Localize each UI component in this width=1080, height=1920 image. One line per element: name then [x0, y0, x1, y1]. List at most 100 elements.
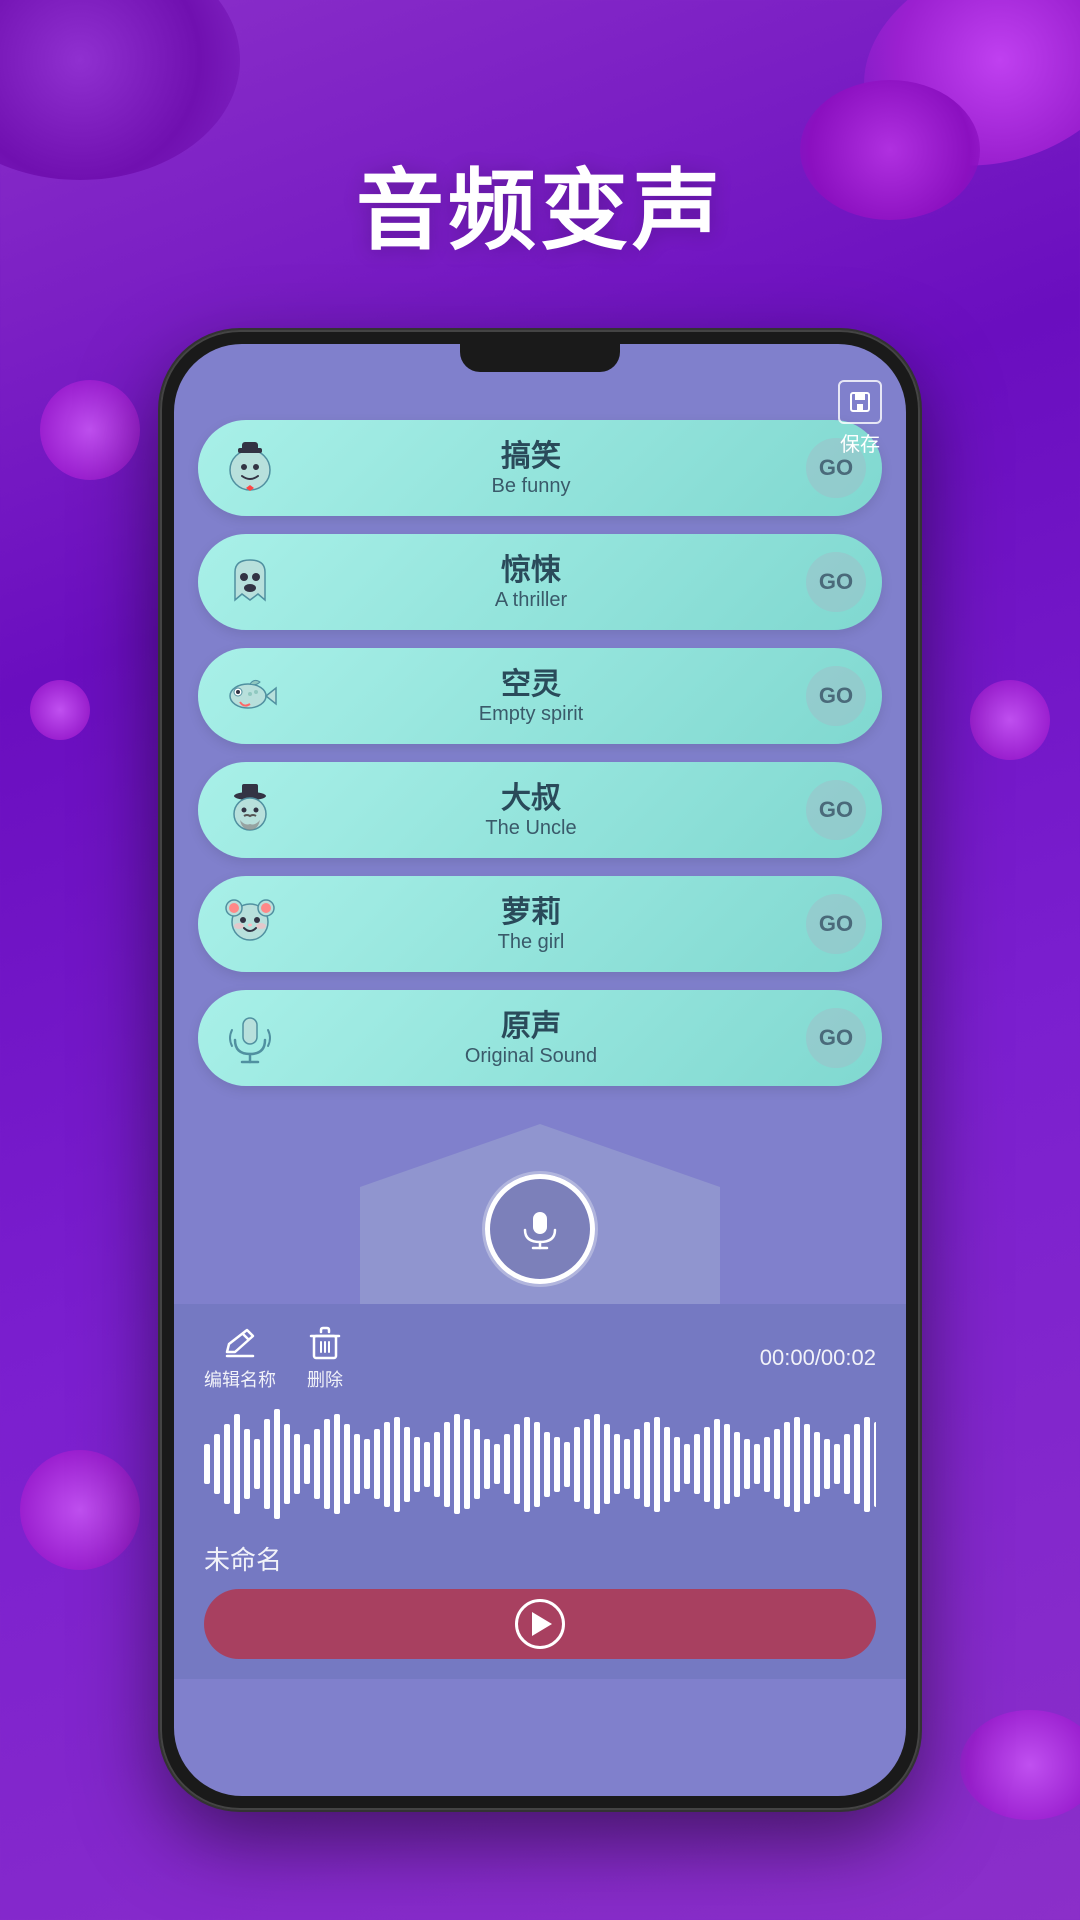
phone-mockup: 保存: [160, 330, 920, 1810]
wave-bar: [304, 1444, 310, 1484]
go-button-girl[interactable]: GO: [806, 894, 866, 954]
wave-bar: [484, 1439, 490, 1489]
wave-bar: [644, 1422, 650, 1507]
bg-decoration-3: [40, 380, 140, 480]
effect-text-uncle: 大叔 The Uncle: [256, 781, 806, 840]
wave-bar: [364, 1439, 370, 1489]
wave-bar: [874, 1422, 876, 1507]
save-label: 保存: [840, 428, 880, 457]
wave-bar: [604, 1424, 610, 1504]
wave-bar: [244, 1429, 250, 1499]
phone-notch: [460, 344, 620, 372]
wave-bar: [284, 1424, 290, 1504]
delete-label: 删除: [307, 1366, 343, 1392]
effect-name-en-thriller: A thriller: [256, 589, 806, 612]
wave-bar: [314, 1429, 320, 1499]
wave-bar: [264, 1419, 270, 1509]
wave-bar: [684, 1444, 690, 1484]
wave-bar: [754, 1444, 760, 1484]
effect-name-en-girl: The girl: [256, 931, 806, 954]
file-name: 未命名: [204, 1540, 876, 1577]
wave-bar: [374, 1429, 380, 1499]
effect-name-cn-original: 原声: [256, 1009, 806, 1045]
wave-bar: [854, 1424, 860, 1504]
edit-name-button[interactable]: 编辑名称: [204, 1324, 276, 1392]
effect-name-en-spirit: Empty spirit: [256, 703, 806, 726]
wave-bar: [404, 1427, 410, 1502]
wave-bar: [694, 1434, 700, 1494]
wave-bar: [774, 1429, 780, 1499]
go-button-uncle[interactable]: GO: [806, 780, 866, 840]
wave-bar: [664, 1427, 670, 1502]
wave-bar: [274, 1409, 280, 1519]
delete-button[interactable]: 删除: [306, 1324, 344, 1392]
effect-row-spirit[interactable]: 空灵 Empty spirit GO: [198, 648, 882, 744]
wave-bar: [534, 1422, 540, 1507]
bg-decoration-5: [970, 680, 1050, 760]
effect-name-cn-girl: 萝莉: [256, 895, 806, 931]
wave-bar: [844, 1434, 850, 1494]
effect-name-cn-uncle: 大叔: [256, 781, 806, 817]
effects-list: 搞笑 Be funny GO: [174, 384, 906, 1086]
play-button[interactable]: [515, 1599, 565, 1649]
wave-bar: [654, 1417, 660, 1512]
wave-bar: [764, 1437, 770, 1492]
effect-text-spirit: 空灵 Empty spirit: [256, 667, 806, 726]
effect-row-original[interactable]: 原声 Original Sound GO: [198, 990, 882, 1086]
effect-name-cn-spirit: 空灵: [256, 667, 806, 703]
wave-bar: [344, 1424, 350, 1504]
wave-bar: [704, 1427, 710, 1502]
go-button-original[interactable]: GO: [806, 1008, 866, 1068]
effect-text-funny: 搞笑 Be funny: [256, 439, 806, 498]
effect-row-girl[interactable]: 萝莉 The girl GO: [198, 876, 882, 972]
wave-bar: [744, 1439, 750, 1489]
effect-text-thriller: 惊悚 A thriller: [256, 553, 806, 612]
effect-name-en-uncle: The Uncle: [256, 817, 806, 840]
save-button[interactable]: 保存: [838, 380, 882, 457]
wave-bar: [584, 1419, 590, 1509]
wave-bar: [384, 1422, 390, 1507]
wave-bar: [784, 1422, 790, 1507]
effect-row-thriller[interactable]: 惊悚 A thriller GO: [198, 534, 882, 630]
phone-screen: 保存: [174, 344, 906, 1796]
wave-bar: [234, 1414, 240, 1514]
wave-bar: [334, 1414, 340, 1514]
wave-bar: [614, 1434, 620, 1494]
play-bar[interactable]: [204, 1589, 876, 1659]
wave-bar: [724, 1424, 730, 1504]
wave-bar: [564, 1442, 570, 1487]
wave-bar: [494, 1444, 500, 1484]
wave-bar: [734, 1432, 740, 1497]
bg-decoration-7: [960, 1710, 1080, 1820]
wave-bar: [834, 1444, 840, 1484]
wave-bar: [474, 1429, 480, 1499]
wave-bar: [464, 1419, 470, 1509]
page-title: 音频变声: [0, 140, 1080, 267]
wave-bar: [574, 1427, 580, 1502]
wave-bar: [204, 1444, 210, 1484]
mic-area: [174, 1104, 906, 1304]
effect-row-uncle[interactable]: 大叔 The Uncle GO: [198, 762, 882, 858]
wave-bar: [554, 1437, 560, 1492]
bg-decoration-4: [30, 680, 90, 740]
save-icon: [838, 380, 882, 424]
effect-text-girl: 萝莉 The girl: [256, 895, 806, 954]
record-button[interactable]: [485, 1174, 595, 1284]
wave-bar: [424, 1442, 430, 1487]
waveform: [204, 1404, 876, 1524]
wave-bar: [354, 1434, 360, 1494]
go-button-thriller[interactable]: GO: [806, 552, 866, 612]
effect-row-funny[interactable]: 搞笑 Be funny GO: [198, 420, 882, 516]
wave-bar: [414, 1437, 420, 1492]
wave-bar: [294, 1434, 300, 1494]
go-button-spirit[interactable]: GO: [806, 666, 866, 726]
wave-bar: [824, 1439, 830, 1489]
wave-bar: [714, 1419, 720, 1509]
wave-bar: [454, 1414, 460, 1514]
wave-bar: [394, 1417, 400, 1512]
edit-label: 编辑名称: [204, 1366, 276, 1392]
wave-bar: [444, 1422, 450, 1507]
wave-bar: [624, 1439, 630, 1489]
house-decoration: [360, 1124, 720, 1304]
wave-bar: [674, 1437, 680, 1492]
